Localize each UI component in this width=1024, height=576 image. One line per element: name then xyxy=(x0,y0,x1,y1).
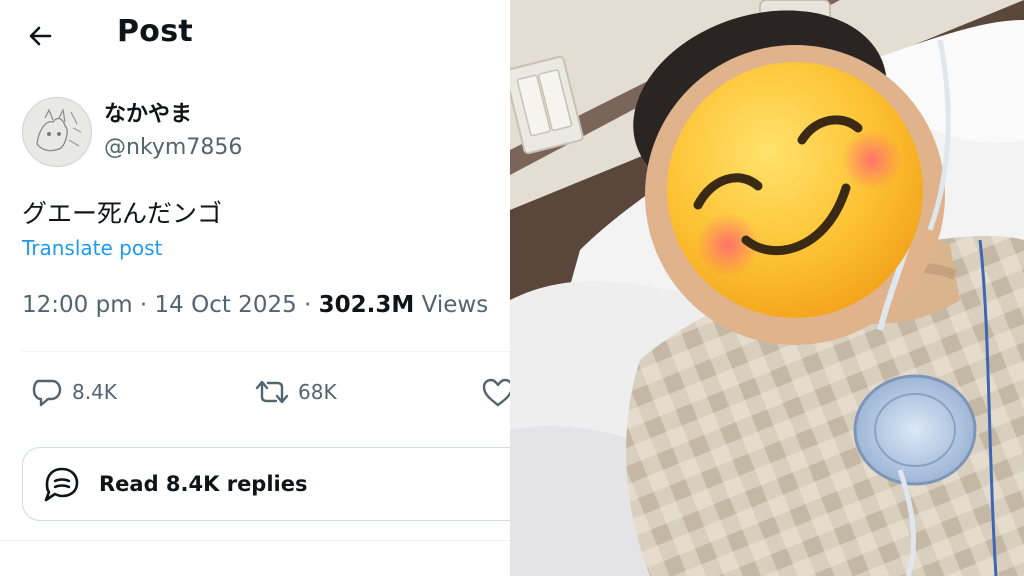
post-timestamp[interactable]: 12:00 pm · 14 Oct 2025 · xyxy=(22,292,319,318)
back-button[interactable] xyxy=(24,20,56,52)
translate-post-link[interactable]: Translate post xyxy=(22,236,162,260)
divider xyxy=(0,540,510,541)
avatar[interactable] xyxy=(22,97,92,167)
replies-bubble-icon xyxy=(44,467,79,502)
hospital-bed-photo xyxy=(510,0,1024,576)
read-replies-label: Read 8.4K replies xyxy=(99,472,308,496)
author-name[interactable]: なかやま xyxy=(104,96,192,128)
post-text: グエー死んだンゴ xyxy=(22,199,223,228)
reply-count: 8.4K xyxy=(72,380,117,404)
repost-button[interactable]: 68K xyxy=(254,374,337,410)
smiling-face-emoji xyxy=(667,62,923,318)
author-handle[interactable]: @nkym7856 xyxy=(104,135,242,160)
avatar-sketch xyxy=(23,98,91,166)
views-count[interactable]: 302.3M xyxy=(319,292,415,318)
divider xyxy=(22,351,510,352)
reply-icon xyxy=(32,379,62,407)
like-icon xyxy=(482,378,510,407)
repost-count: 68K xyxy=(298,380,337,404)
views-label: Views xyxy=(414,292,489,318)
read-replies-button[interactable]: Read 8.4K replies xyxy=(22,447,510,521)
back-arrow-icon xyxy=(29,26,52,46)
repost-icon xyxy=(255,380,289,404)
post-meta: 12:00 pm · 14 Oct 2025 · 302.3M Views xyxy=(22,292,488,318)
post-panel: Post なかやま @nkym7856 グエー死んだンゴ Translate p… xyxy=(0,0,510,576)
page-title: Post xyxy=(117,14,193,49)
reply-button[interactable]: 8.4K xyxy=(30,374,117,410)
attached-photo[interactable] xyxy=(510,0,1024,576)
like-button[interactable] xyxy=(480,374,510,410)
